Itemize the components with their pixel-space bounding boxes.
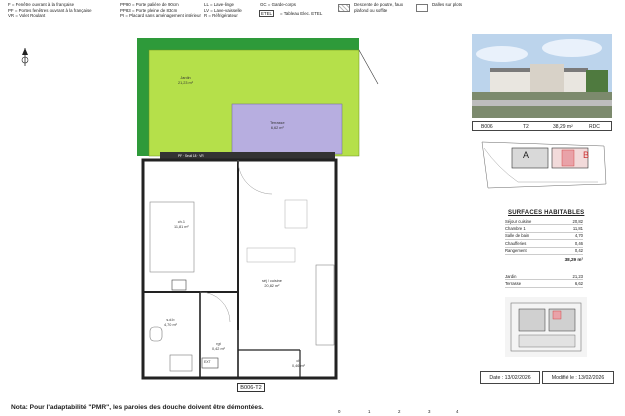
chambre-label: ch.1 11,81 m² <box>174 220 189 229</box>
lot-level: RDC <box>589 124 600 130</box>
sejour-label: séj / cuisine 20,82 m² <box>262 279 282 288</box>
lot-type: T2 <box>523 124 529 130</box>
table-row: Rangement 0,42 <box>505 248 583 255</box>
table-row: Chambre 1 11,81 <box>505 226 583 233</box>
date-modified: Modifié le : 13/02/2026 <box>542 371 614 384</box>
sdb-label: s.d.b 4,70 m² <box>164 318 177 327</box>
site-map <box>481 141 607 189</box>
apartment-outline <box>141 158 338 380</box>
table-row: Séjour cuisine 20,82 <box>505 218 583 226</box>
jardin-label: Jardin 21,23 m² <box>178 76 193 85</box>
surfaces-table: Séjour cuisine 20,82 Chambre 1 11,81 Salle… <box>505 218 583 288</box>
lot-area: 38,29 m² <box>553 124 573 130</box>
hedge-left <box>137 38 149 156</box>
ch-small-label: ch 0,46 m² <box>292 359 305 368</box>
lot-info-row: B006 T2 38,29 m² RDC <box>472 121 612 131</box>
site-label-b: B <box>583 150 590 160</box>
hedge-top <box>137 38 359 50</box>
facade-label: PF · Seuil 18 · VR <box>178 154 204 158</box>
date-created: Date : 13/02/2026 <box>480 371 540 384</box>
location-map <box>505 297 587 357</box>
floor-plan <box>137 38 379 380</box>
surfaces-total: 38,29 m² <box>564 257 583 263</box>
building-photo <box>472 34 612 118</box>
terrasse-label: Terrasse 6,62 m² <box>270 121 285 130</box>
terrace-area <box>231 103 343 155</box>
plan-title: B006-T2 <box>237 383 265 392</box>
surfaces-title: SURFACES HABITABLES <box>508 210 585 216</box>
table-row: Salle de bain 4,70 <box>505 233 583 241</box>
site-label-a: A <box>523 150 530 160</box>
table-row: Terrasse 6,62 <box>505 281 583 288</box>
table-row: Chaufferies 0,46 <box>505 240 583 248</box>
pmr-note: Nota: Pour l'adaptabilité "PMR", les par… <box>11 404 264 411</box>
lot-number: B006 <box>481 124 493 130</box>
scale-labels: 0 1 2 3 4 <box>338 409 459 414</box>
rgt-label: rgt 0,42 m² <box>212 342 225 351</box>
table-row: Jardin 21,23 <box>505 273 583 281</box>
ext-label: EXT <box>204 360 211 364</box>
